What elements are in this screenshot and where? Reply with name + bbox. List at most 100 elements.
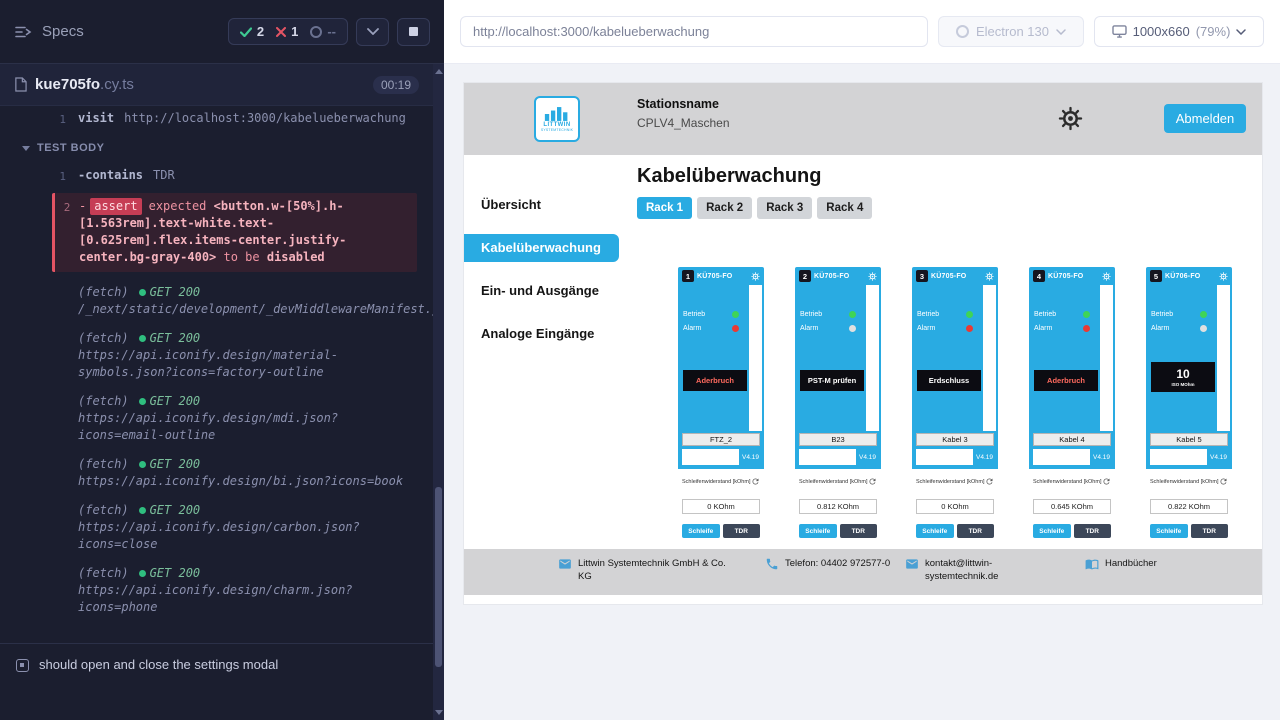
cable-name-field[interactable]: Kabel 5 <box>1150 433 1228 446</box>
scroll-down-icon[interactable] <box>435 710 443 715</box>
email-icon <box>905 557 919 583</box>
tdr-button[interactable]: TDR <box>1191 524 1229 538</box>
test-body-header[interactable]: TEST BODY <box>0 140 433 157</box>
footer-item-4[interactable]: Handbücher <box>1085 557 1157 571</box>
loop-resistance-label: Schleifenwiderstand [kOhm] <box>799 479 867 485</box>
refresh-icon[interactable] <box>1219 477 1228 486</box>
tab-rack-4[interactable]: Rack 4 <box>817 197 872 219</box>
log-fetch-row-5[interactable]: (fetch)GET 200https://api.iconify.design… <box>0 502 433 553</box>
status-dot-icon <box>139 461 146 468</box>
log-assert-failed-row[interactable]: 2-assertexpected <button.w-[50%].h-[1.56… <box>52 193 417 272</box>
fetch-url: https://api.iconify.design/charm.json?ic… <box>78 582 421 616</box>
assert-badge: assert <box>90 198 141 215</box>
card-model: KÜ705-FO <box>697 273 748 280</box>
url-input[interactable] <box>460 16 928 47</box>
alarm-led <box>1083 325 1090 332</box>
spec-duration: 00:19 <box>373 76 419 94</box>
card-gear-icon[interactable] <box>868 272 877 281</box>
tab-rack-2[interactable]: Rack 2 <box>697 197 752 219</box>
status-dot-icon <box>139 398 146 405</box>
logout-button[interactable]: Abmelden <box>1164 104 1246 133</box>
specs-label[interactable]: Specs <box>42 23 84 40</box>
card-number: 5 <box>1150 270 1162 282</box>
card-gear-icon[interactable] <box>751 272 760 281</box>
sidebar-item-4[interactable]: Analoge Eingänge <box>464 320 619 348</box>
next-test-row[interactable]: should open and close the settings modal <box>0 643 433 720</box>
tab-rack-1[interactable]: Rack 1 <box>637 197 692 219</box>
log-contains-row[interactable]: 1containsTDR <box>0 163 433 185</box>
footer-item-1: Littwin Systemtechnik GmbH & Co. KG <box>558 557 736 583</box>
log-fetch-row-6[interactable]: (fetch)GET 200https://api.iconify.design… <box>0 565 433 616</box>
app-header: LITTWIN SYSTEMTECHNIK Stationsname CPLV4… <box>464 83 1262 155</box>
assert-message: -assertexpected <button.w-[50%].h-[1.563… <box>79 198 409 266</box>
log-fetch-row-1[interactable]: (fetch)GET 200/_next/static/development/… <box>0 284 433 318</box>
station-label: Stationsname <box>637 97 730 111</box>
cable-name-field[interactable]: FTZ_2 <box>682 433 760 446</box>
log-fetch-row-4[interactable]: (fetch)GET 200https://api.iconify.design… <box>0 456 433 490</box>
schleife-button[interactable]: Schleife <box>1150 524 1188 538</box>
cable-name-field[interactable]: Kabel 3 <box>916 433 994 446</box>
stat-passed: 2 <box>240 24 264 39</box>
tdr-button[interactable]: TDR <box>1074 524 1112 538</box>
sidebar-item-2[interactable]: Kabelüberwachung <box>464 234 619 262</box>
fetch-status: GET 200 <box>150 566 201 580</box>
logo-subtext: SYSTEMTECHNIK <box>541 128 573 132</box>
schleife-button[interactable]: Schleife <box>1033 524 1071 538</box>
fetch-label: (fetch) <box>78 394 129 408</box>
footer-text: Handbücher <box>1105 557 1157 571</box>
refresh-icon[interactable] <box>985 477 994 486</box>
monitor-icon <box>1112 25 1127 38</box>
settings-gear-icon[interactable] <box>1058 106 1083 136</box>
log-visit-row[interactable]: 1visithttp://localhost:3000/kabelueberwa… <box>0 106 433 128</box>
scroll-up-icon[interactable] <box>435 69 443 74</box>
card-number: 3 <box>916 270 928 282</box>
collapse-button[interactable] <box>356 18 389 46</box>
card-number: 1 <box>682 270 694 282</box>
card-number: 4 <box>1033 270 1045 282</box>
card-gear-icon[interactable] <box>1102 272 1111 281</box>
tab-rack-3[interactable]: Rack 3 <box>757 197 812 219</box>
cable-name-field[interactable]: B23 <box>799 433 877 446</box>
scrollbar-thumb[interactable] <box>435 487 442 667</box>
alarm-led <box>732 325 739 332</box>
runner-scrollbar[interactable] <box>433 64 444 720</box>
card-gear-icon[interactable] <box>1219 272 1228 281</box>
schleife-button[interactable]: Schleife <box>799 524 837 538</box>
loop-resistance-label: Schleifenwiderstand [kOhm] <box>916 479 984 485</box>
sidebar-item-3[interactable]: Ein- und Ausgänge <box>464 277 619 305</box>
specs-menu-icon[interactable] <box>14 23 32 41</box>
spec-row[interactable]: kue705fo.cy.ts 00:19 <box>0 64 433 106</box>
chevron-down-icon <box>367 28 379 35</box>
stage-panel: Electron 130 1000x660 (79%) LITTWIN SYST… <box>444 0 1280 720</box>
viewport-selector[interactable]: 1000x660 (79%) <box>1094 16 1264 47</box>
gauge-bar <box>866 285 879 431</box>
fetch-status: GET 200 <box>150 503 201 517</box>
status-dot-icon <box>139 335 146 342</box>
schleife-button[interactable]: Schleife <box>916 524 954 538</box>
tdr-button[interactable]: TDR <box>957 524 995 538</box>
fetch-label: (fetch) <box>78 503 129 517</box>
tdr-button[interactable]: TDR <box>723 524 761 538</box>
alarm-label: Alarm <box>1151 325 1169 332</box>
display-box <box>682 449 739 465</box>
device-card-1: 1KÜ705-FOBetriebAlarmAderbruchFTZ_2V4.19… <box>678 267 764 549</box>
fetch-label: (fetch) <box>78 457 129 471</box>
fetch-url: https://api.iconify.design/mdi.json?icon… <box>78 410 421 444</box>
refresh-icon[interactable] <box>751 477 760 486</box>
sidebar-item-1[interactable]: Übersicht <box>464 191 619 219</box>
cable-name-field[interactable]: Kabel 4 <box>1033 433 1111 446</box>
browser-selector[interactable]: Electron 130 <box>938 16 1084 47</box>
fetch-label: (fetch) <box>78 285 129 299</box>
firmware-version: V4.19 <box>739 449 760 465</box>
app-footer: Littwin Systemtechnik GmbH & Co. KGTelef… <box>464 549 1262 595</box>
stop-button[interactable] <box>397 18 430 46</box>
display-box <box>799 449 856 465</box>
log-fetch-row-3[interactable]: (fetch)GET 200https://api.iconify.design… <box>0 393 433 444</box>
refresh-icon[interactable] <box>1102 477 1111 486</box>
card-gear-icon[interactable] <box>985 272 994 281</box>
log-fetch-row-2[interactable]: (fetch)GET 200https://api.iconify.design… <box>0 330 433 381</box>
schleife-button[interactable]: Schleife <box>682 524 720 538</box>
refresh-icon[interactable] <box>868 477 877 486</box>
tdr-button[interactable]: TDR <box>840 524 878 538</box>
line-number: 1 <box>0 110 78 128</box>
